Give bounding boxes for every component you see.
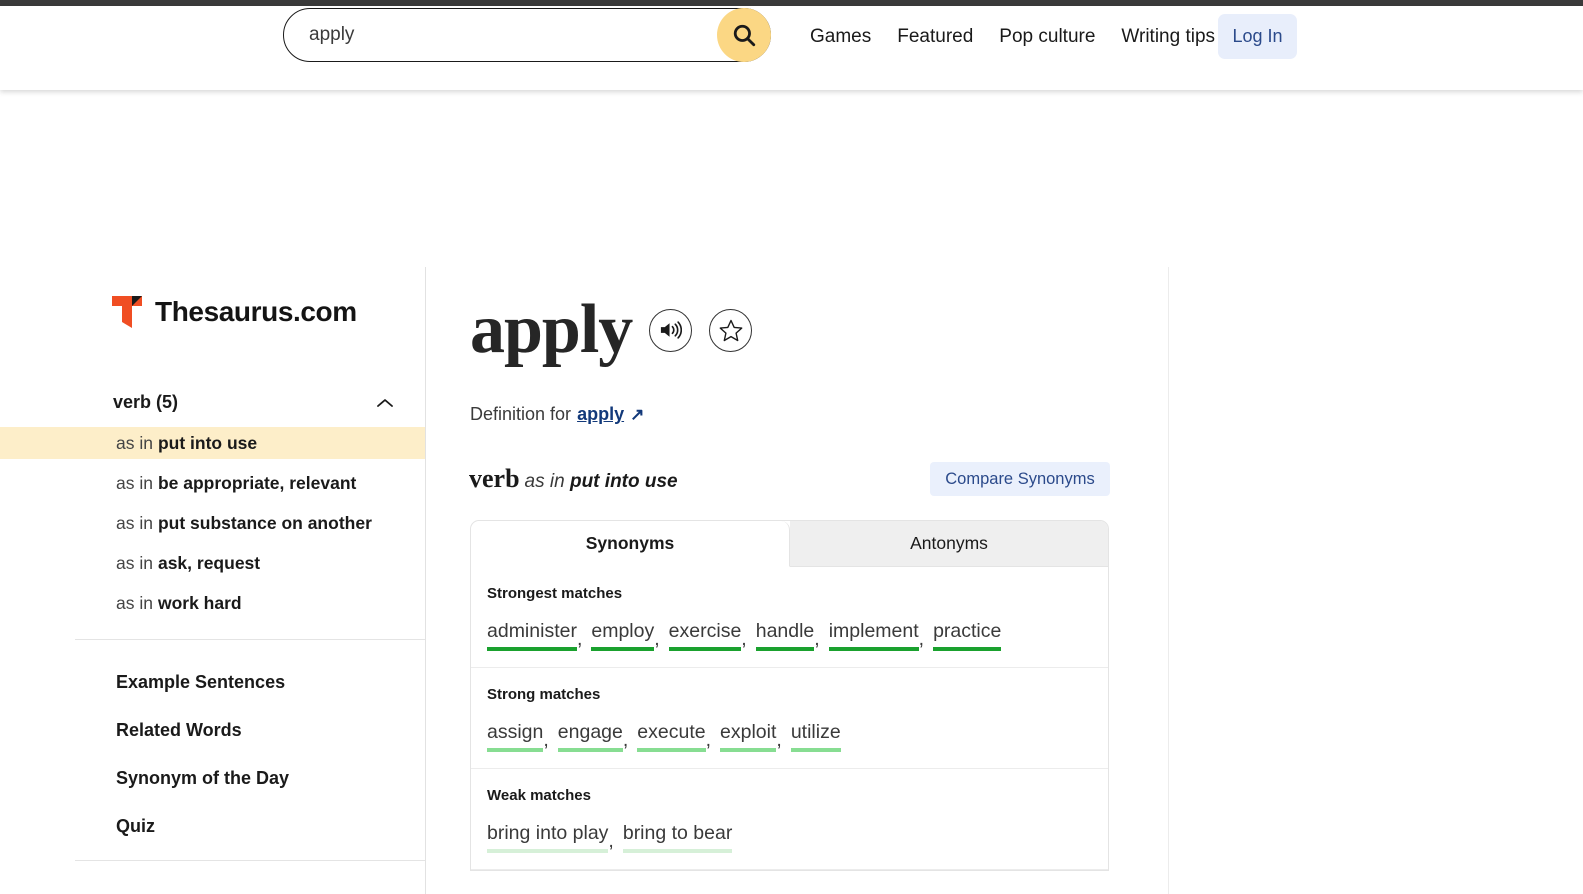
sidebar-link-synonym-of-the-day[interactable]: Synonym of the Day	[116, 768, 289, 789]
sense-heading: verbas in put into use	[469, 464, 678, 494]
sense-prefix: as in	[116, 473, 153, 494]
sense-pos: verb	[469, 464, 520, 493]
site-header: Games Featured Pop culture Writing tips …	[0, 6, 1583, 90]
sense-label: be appropriate, relevant	[158, 473, 356, 494]
synonym-utilize[interactable]: utilize	[791, 721, 841, 752]
sidebar-sense-be-appropriate-relevant[interactable]: as in be appropriate, relevant	[0, 467, 425, 499]
synonym-execute[interactable]: execute	[637, 721, 705, 752]
match-group-label: Strong matches	[487, 686, 1092, 703]
synonym-assign[interactable]: assign	[487, 721, 543, 752]
search-bar[interactable]	[283, 8, 771, 62]
synonym-bring-into-play[interactable]: bring into play	[487, 822, 608, 853]
star-icon	[719, 319, 743, 342]
sense-prefix: as in	[116, 433, 153, 454]
definition-row: Definition for apply ↗	[470, 404, 644, 425]
sense-label: put substance on another	[158, 513, 372, 534]
nav-item-pop-culture[interactable]: Pop culture	[999, 26, 1095, 48]
sidebar-divider-bottom	[75, 860, 425, 861]
sense-prefix: as in	[116, 513, 153, 534]
sidebar-link-example-sentences[interactable]: Example Sentences	[116, 672, 289, 693]
sense-label: put into use	[158, 433, 257, 454]
logo-text: Thesaurus.com	[155, 296, 357, 328]
synonym-exploit[interactable]: exploit	[720, 721, 776, 752]
match-group-label: Weak matches	[487, 787, 1092, 804]
sidebar-divider	[425, 267, 426, 894]
sense-prefix: as in	[116, 593, 153, 614]
pos-label: verb (5)	[113, 392, 178, 413]
synonym-practice[interactable]: practice	[933, 620, 1001, 651]
search-button[interactable]	[717, 8, 771, 62]
separator: ,	[706, 729, 711, 752]
definition-prefix: Definition for	[470, 404, 571, 425]
definition-link[interactable]: apply	[577, 404, 624, 425]
sidebar-sense-put-substance-on-another[interactable]: as in put substance on another	[0, 507, 425, 539]
thesaurus-logo-icon	[110, 294, 144, 330]
sidebar-link-related-words[interactable]: Related Words	[116, 720, 289, 741]
sense-prefix: as in	[116, 553, 153, 574]
synonym-employ[interactable]: employ	[591, 620, 654, 651]
separator: ,	[741, 628, 746, 651]
sense-list: as in put into use as in be appropriate,…	[0, 427, 425, 627]
search-input[interactable]	[284, 10, 684, 60]
sense-label: ask, request	[158, 553, 260, 574]
log-in-button[interactable]: Log In	[1218, 14, 1297, 59]
chevron-up-icon	[377, 398, 393, 408]
separator: ,	[776, 729, 781, 752]
sidebar-links: Example Sentences Related Words Synonym …	[116, 672, 289, 864]
separator: ,	[654, 628, 659, 651]
sense-label: work hard	[158, 593, 242, 614]
main-nav: Games Featured Pop culture Writing tips	[810, 26, 1215, 48]
sense-asin: put into use	[570, 471, 678, 492]
site-logo[interactable]: Thesaurus.com	[110, 294, 357, 330]
sense-asin-prefix: as in	[525, 471, 565, 492]
external-link-icon: ↗	[630, 405, 644, 425]
synonyms-card: Synonyms Antonyms Strongest matches admi…	[470, 520, 1109, 871]
compare-synonyms-button[interactable]: Compare Synonyms	[930, 462, 1110, 496]
tab-antonyms[interactable]: Antonyms	[790, 521, 1108, 567]
main-right-divider	[1168, 267, 1169, 894]
separator: ,	[814, 628, 819, 651]
page-content: Thesaurus.com verb (5) as in put into us…	[0, 267, 1583, 894]
synonym-engage[interactable]: engage	[558, 721, 623, 752]
match-group-strong: Strong matches assign, engage, execute, …	[471, 668, 1108, 769]
term-list: assign, engage, execute, exploit, utiliz…	[487, 721, 1092, 752]
search-icon	[731, 22, 757, 48]
sidebar-divider-top	[75, 639, 425, 640]
separator: ,	[608, 830, 613, 853]
tab-bar: Synonyms Antonyms	[471, 521, 1108, 567]
synonym-handle[interactable]: handle	[756, 620, 815, 651]
sidebar-sense-ask-request[interactable]: as in ask, request	[0, 547, 425, 579]
nav-item-games[interactable]: Games	[810, 26, 871, 48]
pos-section-toggle[interactable]: verb (5)	[113, 392, 393, 413]
term-list: administer, employ, exercise, handle, im…	[487, 620, 1092, 651]
term-list: bring into play, bring to bear	[487, 822, 1092, 853]
match-group-weak: Weak matches bring into play, bring to b…	[471, 769, 1108, 870]
sidebar-link-quiz[interactable]: Quiz	[116, 816, 289, 837]
synonym-implement[interactable]: implement	[829, 620, 919, 651]
sidebar-sense-put-into-use[interactable]: as in put into use	[0, 427, 425, 459]
match-group-strongest: Strongest matches administer, employ, ex…	[471, 567, 1108, 668]
nav-item-featured[interactable]: Featured	[897, 26, 973, 48]
separator: ,	[543, 729, 548, 752]
word-title-row: apply	[470, 295, 752, 365]
speaker-icon	[659, 320, 682, 340]
tab-synonyms[interactable]: Synonyms	[471, 521, 790, 567]
separator: ,	[577, 628, 582, 651]
sidebar-sense-work-hard[interactable]: as in work hard	[0, 587, 425, 619]
separator: ,	[919, 628, 924, 651]
nav-item-writing-tips[interactable]: Writing tips	[1121, 26, 1215, 48]
synonym-bring-to-bear[interactable]: bring to bear	[623, 822, 733, 853]
synonym-exercise[interactable]: exercise	[669, 620, 742, 651]
pronounce-button[interactable]	[649, 309, 692, 352]
favorite-button[interactable]	[709, 309, 752, 352]
page-title: apply	[470, 295, 632, 365]
separator: ,	[623, 729, 628, 752]
match-group-label: Strongest matches	[487, 585, 1092, 602]
synonym-administer[interactable]: administer	[487, 620, 577, 651]
